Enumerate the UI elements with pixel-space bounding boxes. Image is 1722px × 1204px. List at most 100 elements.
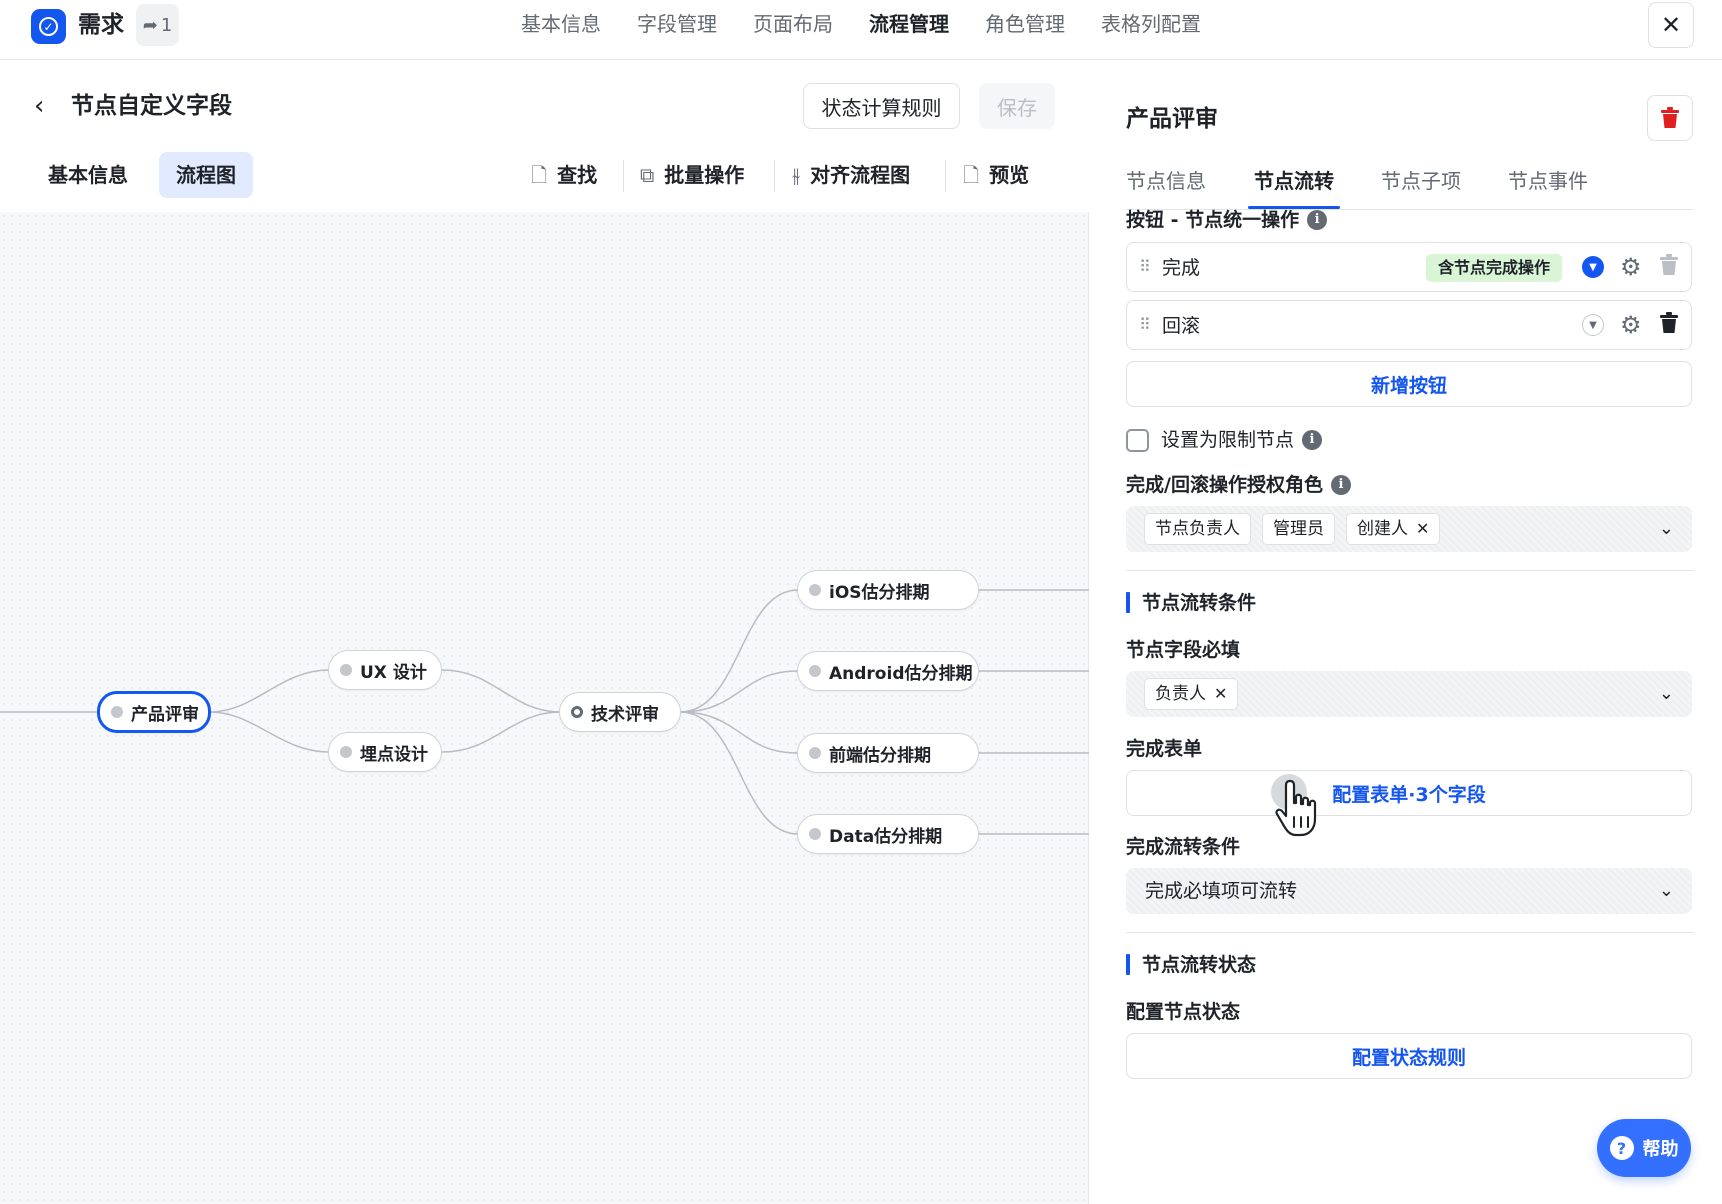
- preview-label: 预览: [989, 163, 1030, 187]
- close-button[interactable]: ✕: [1648, 2, 1694, 48]
- trash-icon: [1661, 107, 1679, 128]
- copy-icon: ⧉: [640, 163, 655, 187]
- flow-node-product-review[interactable]: 产品评审: [97, 691, 211, 733]
- flow-node-tech-review[interactable]: 技术评审: [559, 692, 681, 732]
- share-arrow-icon: ➦: [142, 14, 158, 36]
- nav-table-column-config[interactable]: 表格列配置: [1101, 10, 1201, 38]
- operation-row-complete: ⠿ 完成 含节点完成操作 ▼ ⚙: [1126, 242, 1692, 292]
- toolbar-divider: [623, 160, 624, 192]
- state-calc-rule-button[interactable]: 状态计算规则: [803, 83, 960, 129]
- toolbar-divider: [774, 160, 775, 192]
- role-tag-label: 创建人: [1357, 519, 1408, 539]
- remove-tag-icon[interactable]: ✕: [1416, 514, 1429, 544]
- drag-handle-icon[interactable]: ⠿: [1139, 314, 1151, 336]
- required-fields-text: 节点字段必填: [1126, 639, 1241, 661]
- node-label: 前端估分排期: [829, 745, 931, 766]
- flow-node-android-estimate[interactable]: Android估分排期: [797, 651, 979, 691]
- nav-role-management[interactable]: 角色管理: [985, 10, 1065, 38]
- node-label: Data估分排期: [829, 826, 943, 847]
- batch-label: 批量操作: [664, 163, 745, 187]
- help-label: 帮助: [1642, 1139, 1679, 1160]
- completion-condition-select[interactable]: 完成必填项可流转 ⌄: [1126, 868, 1692, 914]
- flow-canvas[interactable]: 产品评审 UX 设计 埋点设计 技术评审 iOS估分排期 Android估分排期…: [0, 212, 1089, 1204]
- completion-form-text: 完成表单: [1126, 738, 1203, 760]
- tab-node-subitems[interactable]: 节点子项: [1381, 166, 1461, 196]
- operation-name: 完成: [1162, 257, 1201, 279]
- auth-roles-select[interactable]: 节点负责人 管理员 创建人 ✕ ⌄: [1126, 506, 1692, 552]
- trash-icon[interactable]: [1660, 254, 1678, 276]
- config-state-label: 配置节点状态: [1126, 998, 1240, 1026]
- align-label: 对齐流程图: [810, 163, 911, 187]
- app-logo-icon[interactable]: ✓: [31, 9, 66, 44]
- nav-field-management[interactable]: 字段管理: [637, 10, 717, 38]
- share-chip[interactable]: ➦ 1: [136, 4, 179, 46]
- trash-icon[interactable]: [1660, 312, 1678, 334]
- tab-node-events[interactable]: 节点事件: [1508, 166, 1588, 196]
- save-button[interactable]: 保存: [979, 83, 1055, 129]
- node-status-dot: [809, 584, 821, 596]
- node-status-dot: [809, 747, 821, 759]
- auth-roles-text: 完成/回滚操作授权角色: [1126, 474, 1323, 496]
- tab-flowchart[interactable]: 流程图: [159, 152, 253, 198]
- node-status-dot: [571, 706, 583, 718]
- role-tag: 管理员: [1262, 513, 1335, 545]
- edge-line: [209, 669, 330, 713]
- node-label: 产品评审: [131, 704, 199, 725]
- nav-flow-management[interactable]: 流程管理: [869, 10, 949, 38]
- configure-state-rule-button[interactable]: 配置状态规则: [1126, 1033, 1692, 1079]
- node-status-dot: [111, 706, 123, 718]
- nav-basic-info[interactable]: 基本信息: [521, 10, 601, 38]
- edge-line: [679, 670, 799, 713]
- operation-name: 回滚: [1162, 315, 1201, 337]
- find-tool[interactable]: 🗋 查找: [531, 160, 597, 190]
- find-label: 查找: [557, 163, 598, 187]
- flow-node-data-estimate[interactable]: Data估分排期: [797, 814, 979, 854]
- info-icon[interactable]: i: [1302, 430, 1323, 450]
- batch-operation-tool[interactable]: ⧉ 批量操作: [640, 160, 744, 190]
- select-value: 完成必填项可流转: [1145, 880, 1298, 902]
- page-title: 节点自定义字段: [71, 93, 232, 119]
- flow-node-tracking-design[interactable]: 埋点设计: [328, 732, 442, 772]
- gear-icon[interactable]: ⚙: [1620, 253, 1642, 281]
- flow-node-frontend-estimate[interactable]: 前端估分排期: [797, 733, 979, 773]
- node-status-dot: [809, 665, 821, 677]
- limit-node-text: 设置为限制节点: [1161, 429, 1295, 451]
- close-icon: ✕: [1660, 11, 1682, 39]
- node-label: Android估分排期: [829, 663, 973, 684]
- edge-line: [209, 711, 330, 753]
- delete-node-button[interactable]: [1647, 95, 1693, 141]
- node-status-dot: [340, 664, 352, 676]
- buttons-section-label: 按钮 - 节点统一操作 i: [1126, 206, 1328, 234]
- preview-tool[interactable]: 🗋 预览: [963, 160, 1029, 190]
- role-tag: 创建人 ✕: [1346, 513, 1441, 545]
- edge-line: [441, 669, 562, 713]
- remove-tag-icon[interactable]: ✕: [1214, 679, 1227, 709]
- info-icon[interactable]: i: [1307, 210, 1328, 230]
- required-fields-select[interactable]: 负责人 ✕ ⌄: [1126, 671, 1692, 717]
- tab-basic-info[interactable]: 基本信息: [31, 152, 145, 198]
- role-tag-label: 管理员: [1273, 519, 1324, 539]
- tab-node-transition[interactable]: 节点流转: [1254, 166, 1334, 196]
- completion-condition-label: 完成流转条件: [1126, 833, 1240, 861]
- dropdown-icon[interactable]: ▼: [1582, 314, 1604, 336]
- required-fields-label: 节点字段必填: [1126, 636, 1240, 664]
- dropdown-icon[interactable]: ▼: [1582, 256, 1604, 278]
- limit-node-checkbox[interactable]: [1126, 429, 1149, 452]
- flow-node-ios-estimate[interactable]: iOS估分排期: [797, 570, 979, 610]
- tab-node-info[interactable]: 节点信息: [1126, 166, 1206, 196]
- align-flowchart-tool[interactable]: ⫳ 对齐流程图: [792, 160, 910, 190]
- field-tag-label: 负责人: [1155, 684, 1206, 704]
- configure-form-button[interactable]: 配置表单·3个字段: [1126, 770, 1692, 816]
- drag-handle-icon[interactable]: ⠿: [1139, 256, 1151, 278]
- limit-node-label: 设置为限制节点 i: [1161, 425, 1323, 455]
- chevron-down-icon: ⌄: [1658, 880, 1674, 901]
- nav-page-layout[interactable]: 页面布局: [753, 10, 833, 38]
- add-button-button[interactable]: 新增按钮: [1126, 361, 1692, 407]
- node-label: iOS估分排期: [829, 582, 930, 603]
- flow-node-ux-design[interactable]: UX 设计: [328, 650, 442, 690]
- gear-icon[interactable]: ⚙: [1620, 311, 1642, 339]
- info-icon[interactable]: i: [1330, 475, 1351, 495]
- node-label: UX 设计: [360, 662, 427, 683]
- back-chevron-icon[interactable]: ‹: [34, 92, 44, 120]
- help-button[interactable]: ? 帮助: [1597, 1119, 1691, 1177]
